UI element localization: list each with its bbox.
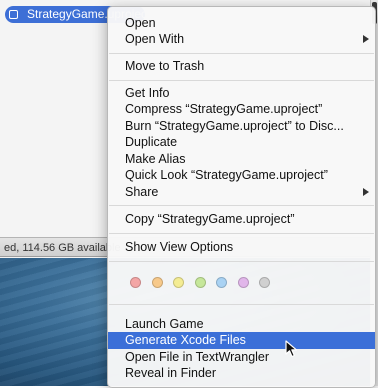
tag-color-dot[interactable] bbox=[173, 277, 184, 288]
menu-item-label: Quick Look “StrategyGame.uproject” bbox=[125, 168, 328, 182]
tag-color-dot[interactable] bbox=[216, 277, 227, 288]
menu-item-label: Move to Trash bbox=[125, 59, 205, 73]
context-menu: Open Open With Move to Trash Get Info Co… bbox=[107, 6, 376, 388]
menu-item-label: Copy “StrategyGame.uproject” bbox=[125, 212, 295, 226]
menu-item-label: Share bbox=[125, 185, 159, 199]
menu-separator bbox=[109, 53, 374, 54]
menu-item-burn[interactable]: Burn “StrategyGame.uproject” to Disc... bbox=[108, 118, 375, 135]
menu-item-label: Make Alias bbox=[125, 152, 186, 166]
menu-item-label: Burn “StrategyGame.uproject” to Disc... bbox=[125, 119, 344, 133]
file-icon bbox=[9, 10, 18, 19]
submenu-arrow-icon bbox=[363, 35, 369, 43]
menu-item-reveal-in-finder[interactable]: Reveal in Finder bbox=[108, 365, 375, 382]
menu-item-show-view-options[interactable]: Show View Options bbox=[108, 239, 375, 256]
menu-item-open-with[interactable]: Open With bbox=[108, 31, 375, 48]
menu-item-label: Open File in TextWrangler bbox=[125, 350, 270, 364]
menu-item-open[interactable]: Open bbox=[108, 15, 375, 32]
disk-space-text: ed, 114.56 GB available bbox=[4, 242, 121, 254]
menu-item-move-to-trash[interactable]: Move to Trash bbox=[108, 58, 375, 75]
menu-separator bbox=[109, 80, 374, 81]
tag-color-dot[interactable] bbox=[151, 277, 163, 288]
tag-color-dot[interactable] bbox=[259, 277, 270, 288]
menu-item-label: Launch Game bbox=[125, 317, 204, 331]
submenu-arrow-icon bbox=[363, 188, 369, 196]
menu-item-quick-look[interactable]: Quick Look “StrategyGame.uproject” bbox=[108, 167, 375, 184]
menu-item-label: Show View Options bbox=[125, 240, 234, 254]
menu-separator bbox=[109, 233, 374, 234]
menu-separator bbox=[109, 304, 374, 305]
menu-item-label: Compress “StrategyGame.uproject” bbox=[125, 102, 323, 116]
menu-item-duplicate[interactable]: Duplicate bbox=[108, 134, 375, 151]
menu-item-label: Get Info bbox=[125, 86, 170, 100]
menu-item-compress[interactable]: Compress “StrategyGame.uproject” bbox=[108, 101, 375, 118]
tag-color-dot[interactable] bbox=[130, 277, 141, 288]
mouse-pointer-icon bbox=[285, 340, 298, 358]
menu-item-generate-xcode-files[interactable]: Generate Xcode Files bbox=[108, 332, 375, 349]
menu-separator bbox=[109, 261, 374, 262]
menu-item-copy[interactable]: Copy “StrategyGame.uproject” bbox=[108, 211, 375, 228]
menu-item-label: Reveal in Finder bbox=[125, 366, 217, 380]
menu-item-get-info[interactable]: Get Info bbox=[108, 85, 375, 102]
menu-item-label: Duplicate bbox=[125, 135, 178, 149]
menu-item-label: Open bbox=[125, 16, 156, 30]
menu-item-make-alias[interactable]: Make Alias bbox=[108, 151, 375, 168]
menu-item-share[interactable]: Share bbox=[108, 184, 375, 201]
tag-color-dot[interactable] bbox=[237, 277, 249, 288]
menu-separator bbox=[109, 205, 374, 206]
menu-item-label: Generate Xcode Files bbox=[125, 333, 246, 347]
menu-item-launch-game[interactable]: Launch Game bbox=[108, 316, 375, 333]
menu-item-open-in-textwrangler[interactable]: Open File in TextWrangler bbox=[108, 349, 375, 366]
tag-color-dot[interactable] bbox=[194, 277, 206, 288]
menu-item-label: Open With bbox=[125, 32, 185, 46]
